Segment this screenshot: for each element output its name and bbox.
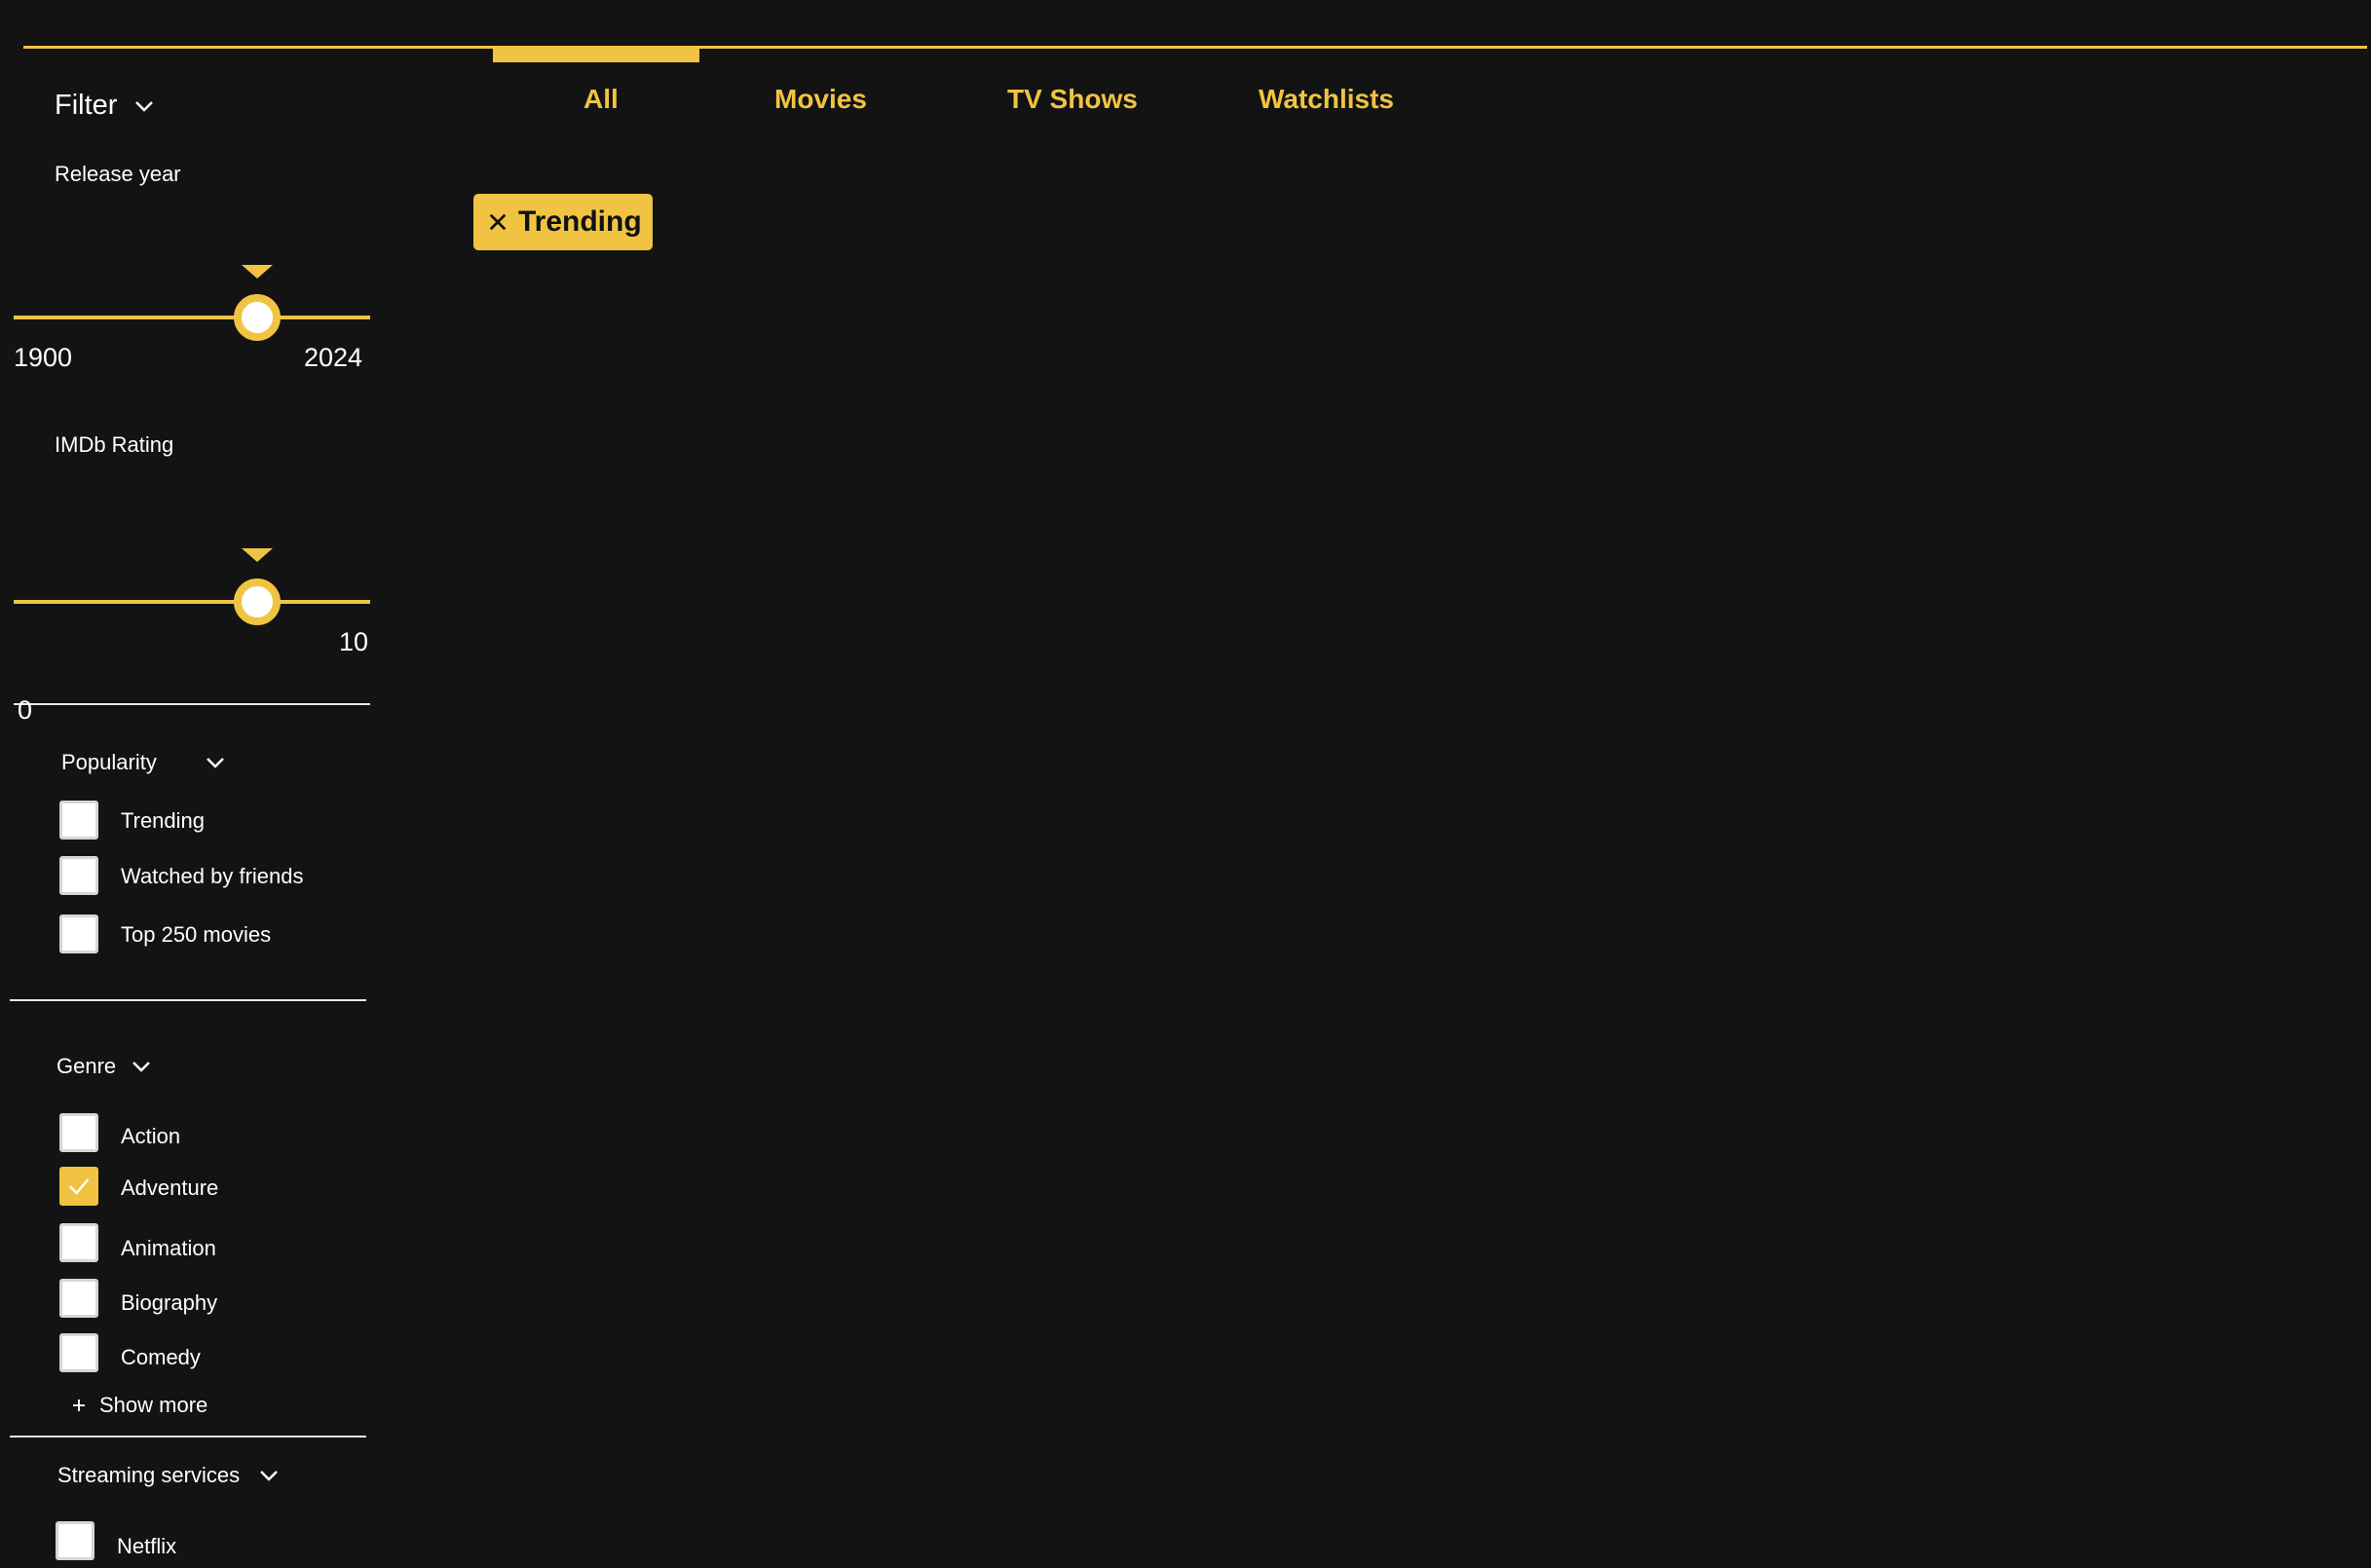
chip-label: Trending — [518, 205, 642, 238]
chevron-down-icon — [206, 758, 224, 768]
release-year-max: 2024 — [304, 343, 363, 372]
streaming-option-netflix[interactable] — [56, 1521, 94, 1560]
imdb-rating-marker — [242, 548, 273, 562]
plus-icon — [73, 1400, 85, 1411]
checkbox[interactable] — [59, 1223, 98, 1262]
popularity-option-label: Top 250 movies — [121, 922, 272, 947]
checkbox[interactable] — [59, 915, 98, 953]
checkbox-checked[interactable] — [59, 1167, 98, 1206]
genre-option-biography[interactable] — [59, 1279, 98, 1318]
streaming-services-label: Streaming services — [57, 1463, 241, 1487]
checkbox[interactable] — [59, 856, 98, 895]
imdb-rating-min: 0 — [18, 695, 33, 725]
genre-option-label: Biography — [121, 1290, 218, 1315]
genre-header[interactable]: Genre — [56, 1054, 153, 1079]
checkbox[interactable] — [56, 1521, 94, 1560]
imdb-rating-handle[interactable] — [234, 579, 281, 625]
popularity-divider — [10, 999, 366, 1001]
popularity-header[interactable]: Popularity — [61, 750, 227, 775]
genre-divider — [10, 1436, 366, 1437]
release-year-handle[interactable] — [234, 294, 281, 341]
release-year-marker — [242, 265, 273, 279]
chevron-down-icon — [135, 100, 154, 112]
popularity-option-watched-by-friends[interactable] — [59, 856, 98, 895]
tab-movies[interactable]: Movies — [774, 84, 867, 115]
tab-watchlists[interactable]: Watchlists — [1259, 84, 1394, 115]
genre-option-label: Animation — [121, 1236, 216, 1260]
genre-option-label: Action — [121, 1124, 181, 1148]
genre-option-label: Comedy — [121, 1345, 201, 1369]
genre-option-adventure[interactable] — [59, 1167, 98, 1206]
show-more-button[interactable]: Show more — [70, 1393, 207, 1418]
imdb-rating-track[interactable] — [14, 600, 370, 604]
active-tab-indicator — [493, 49, 699, 62]
checkbox[interactable] — [59, 1113, 98, 1152]
tab-tv-shows[interactable]: TV Shows — [1007, 84, 1138, 115]
checkbox[interactable] — [59, 801, 98, 840]
checkmark-icon — [68, 1178, 90, 1195]
popularity-option-trending[interactable] — [59, 801, 98, 840]
chevron-down-icon — [260, 1471, 278, 1481]
imdb-rating-divider — [14, 703, 370, 705]
popularity-option-label: Watched by friends — [121, 864, 304, 888]
top-rule — [23, 46, 2367, 49]
genre-option-comedy[interactable] — [59, 1333, 98, 1372]
release-year-track[interactable] — [14, 316, 370, 319]
streaming-option-label: Netflix — [117, 1534, 177, 1558]
show-more-label: Show more — [99, 1393, 208, 1417]
genre-option-action[interactable] — [59, 1113, 98, 1152]
genre-option-animation[interactable] — [59, 1223, 98, 1262]
genre-option-label: Adventure — [121, 1176, 219, 1200]
popularity-label: Popularity — [61, 750, 157, 774]
release-year-label: Release year — [55, 162, 181, 186]
app-root: All Movies TV Shows Watchlists Trending … — [0, 0, 2371, 1568]
checkbox[interactable] — [59, 1333, 98, 1372]
trending-filter-chip[interactable]: Trending — [473, 194, 653, 250]
chevron-down-icon — [132, 1062, 151, 1072]
genre-label: Genre — [56, 1054, 117, 1078]
close-icon[interactable] — [487, 211, 508, 233]
popularity-option-top-250[interactable] — [59, 915, 98, 953]
tab-all[interactable]: All — [583, 84, 619, 115]
checkbox[interactable] — [59, 1279, 98, 1318]
release-year-min: 1900 — [14, 343, 73, 372]
imdb-rating-label: IMDb Rating — [55, 432, 174, 457]
filter-toggle[interactable]: Filter — [55, 90, 156, 122]
filter-label: Filter — [55, 90, 118, 121]
imdb-rating-max: 10 — [339, 627, 369, 656]
popularity-option-label: Trending — [121, 808, 206, 833]
streaming-services-header[interactable]: Streaming services — [57, 1463, 281, 1488]
